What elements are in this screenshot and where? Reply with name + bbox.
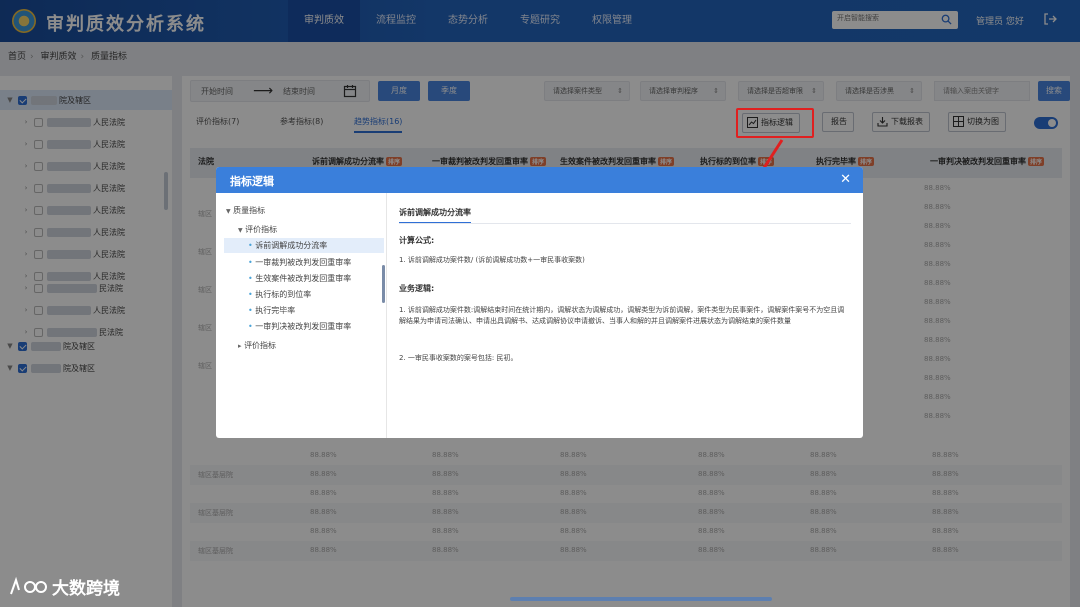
tree-item[interactable]: • 一审裁判被改判发回重审率 bbox=[248, 257, 351, 268]
detail-title: 诉前调解成功分流率 bbox=[399, 208, 471, 217]
tree-item[interactable]: • 生效案件被改判发回重审率 bbox=[248, 273, 351, 284]
tree-group-evaluation-2[interactable]: ▸ 评价指标 bbox=[238, 340, 276, 351]
horizontal-scrollbar[interactable] bbox=[510, 597, 772, 601]
tree-group-evaluation[interactable]: ▼ 评价指标 bbox=[238, 224, 277, 235]
tree-item[interactable]: • 执行标的到位率 bbox=[248, 289, 311, 300]
modal-detail: 诉前调解成功分流率 计算公式: 1. 诉前调解成功案件数/ (诉前调解成功数+一… bbox=[387, 193, 863, 438]
tree-root[interactable]: ▼ 质量指标 bbox=[226, 205, 265, 216]
logic-heading: 业务逻辑: bbox=[399, 284, 435, 293]
logic-text-2: 2. 一审民事收案数的案号包括: 民初。 bbox=[399, 354, 518, 362]
modal-header: 指标逻辑 ✕ bbox=[216, 167, 863, 193]
modal-title: 指标逻辑 bbox=[230, 175, 274, 188]
logic-text-1: 1. 诉前调解成功案件数:调解结束时间在统计期内，调解状态为调解成功，调解类型为… bbox=[399, 306, 845, 325]
close-icon[interactable]: ✕ bbox=[840, 173, 851, 186]
watermark-text: 大数跨境 bbox=[52, 579, 120, 599]
watermark: 大数跨境 bbox=[8, 574, 120, 599]
modal-indicator-tree: ▼ 质量指标 ▼ 评价指标 • 诉前调解成功分流率 • 一审裁判被改判发回重审率… bbox=[216, 193, 387, 438]
title-underline bbox=[399, 222, 471, 223]
formula-text: 1. 诉前调解成功案件数/ (诉前调解成功数+一审民事收案数) bbox=[399, 256, 585, 264]
divider bbox=[399, 223, 851, 224]
modal-tree-scrollbar[interactable] bbox=[382, 265, 385, 303]
tree-item-selected[interactable]: • 诉前调解成功分流率 bbox=[224, 238, 384, 253]
annotation-highlight-box bbox=[736, 108, 814, 138]
tree-item[interactable]: • 执行完毕率 bbox=[248, 305, 295, 316]
indicator-logic-modal: 指标逻辑 ✕ ▼ 质量指标 ▼ 评价指标 • 诉前调解成功分流率 • 一审裁判被… bbox=[216, 167, 863, 438]
tree-item[interactable]: • 一审判决被改判发回重审率 bbox=[248, 321, 351, 332]
watermark-logo-icon bbox=[10, 576, 47, 594]
formula-heading: 计算公式: bbox=[399, 236, 435, 245]
